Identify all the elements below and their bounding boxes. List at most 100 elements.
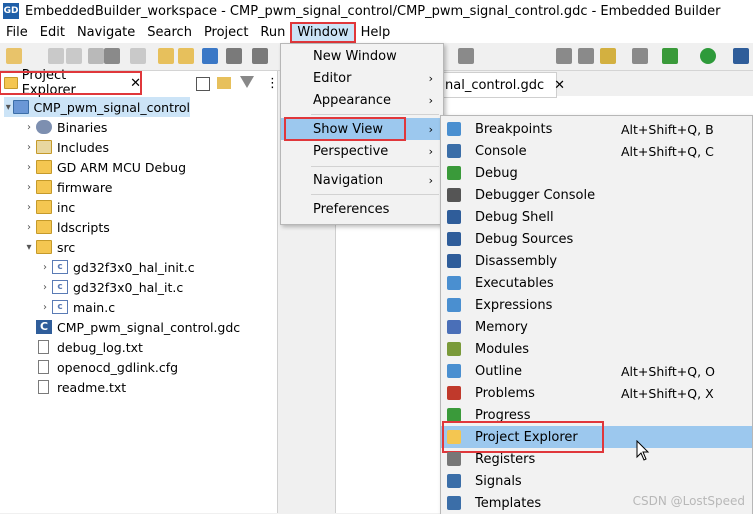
- project-explorer-tab-label: Project Explorer: [21, 68, 76, 98]
- filter-icon[interactable]: [240, 76, 254, 88]
- show-view-item-disassembly[interactable]: Disassembly: [441, 250, 752, 272]
- show-view-item-problems[interactable]: Problems Alt+Shift+Q, X: [441, 382, 752, 404]
- run-icon[interactable]: [700, 48, 716, 64]
- menu-search[interactable]: Search: [141, 23, 198, 42]
- show-view-item-debugger-console[interactable]: Debugger Console: [441, 184, 752, 206]
- close-icon[interactable]: ✕: [554, 78, 565, 93]
- menu-item-editor[interactable]: Editor ›: [281, 67, 443, 89]
- menu-item-navigation[interactable]: Navigation ›: [281, 169, 443, 191]
- show-view-item-console[interactable]: Console Alt+Shift+Q, C: [441, 140, 752, 162]
- new-icon[interactable]: [6, 48, 22, 64]
- tree-label: CMP_pwm_signal_control.gdc: [57, 319, 241, 335]
- editor-tab[interactable]: nal_control.gdc ✕: [440, 72, 565, 98]
- tree-label: readme.txt: [57, 379, 127, 395]
- show-view-item-memory[interactable]: Memory: [441, 316, 752, 338]
- expand-arrow-icon[interactable]: ›: [22, 182, 36, 193]
- expand-arrow-icon[interactable]: ›: [38, 302, 52, 313]
- show-view-item-registers[interactable]: Registers: [441, 448, 752, 470]
- menu-item-label: Expressions: [475, 297, 553, 313]
- step-return-icon[interactable]: [600, 48, 616, 64]
- menu-project[interactable]: Project: [198, 23, 254, 42]
- menu-item-appearance[interactable]: Appearance ›: [281, 89, 443, 111]
- expand-arrow-icon[interactable]: ›: [38, 262, 52, 273]
- expand-arrow-icon[interactable]: ›: [22, 122, 36, 133]
- show-view-item-outline[interactable]: Outline Alt+Shift+Q, O: [441, 360, 752, 382]
- menu-item-label: Console: [475, 143, 527, 159]
- folder-icon: [36, 240, 52, 254]
- refresh-icon[interactable]: [632, 48, 648, 64]
- tools-icon[interactable]: [252, 48, 268, 64]
- tree-item-ldscripts[interactable]: › ldscripts: [22, 217, 110, 237]
- menu-item-label: Debugger Console: [475, 187, 596, 203]
- save-icon[interactable]: [48, 48, 64, 64]
- step-over-icon[interactable]: [578, 48, 594, 64]
- show-view-item-debug[interactable]: Debug: [441, 162, 752, 184]
- expand-arrow-icon[interactable]: ▾: [4, 102, 13, 113]
- folder-icon: [36, 200, 52, 214]
- expand-arrow-icon[interactable]: ›: [22, 202, 36, 213]
- project-explorer-tab[interactable]: Project Explorer ✕: [0, 68, 142, 98]
- menu-item-show-view[interactable]: Show View ›: [281, 117, 443, 141]
- tree-label: openocd_gdlink.cfg: [57, 359, 179, 375]
- menu-navigate[interactable]: Navigate: [71, 23, 141, 42]
- show-view-item-executables[interactable]: Executables: [441, 272, 752, 294]
- menu-edit[interactable]: Edit: [34, 23, 71, 42]
- show-view-item-debug-sources[interactable]: Debug Sources: [441, 228, 752, 250]
- menu-item-new-window[interactable]: New Window: [281, 45, 443, 67]
- close-icon[interactable]: ✕: [130, 76, 141, 91]
- show-view-item-breakpoints[interactable]: Breakpoints Alt+Shift+Q, B: [441, 118, 752, 140]
- tree-item-project[interactable]: ▾ CMP_pwm_signal_control: [4, 97, 190, 117]
- expand-arrow-icon[interactable]: ▾: [22, 242, 36, 253]
- expand-arrow-icon[interactable]: ›: [22, 162, 36, 173]
- show-view-item-signals[interactable]: Signals: [441, 470, 752, 492]
- link-editor-icon[interactable]: [217, 77, 231, 89]
- config-icon[interactable]: [202, 48, 218, 64]
- c-file-icon: c: [52, 280, 68, 294]
- menu-item-perspective[interactable]: Perspective ›: [281, 140, 443, 162]
- tree-item-gd-arm-mcu-debug[interactable]: › GD ARM MCU Debug: [22, 157, 186, 177]
- tree-item-hal-init[interactable]: › c gd32f3x0_hal_init.c: [38, 257, 195, 277]
- settings-icon[interactable]: [226, 48, 242, 64]
- tree-item-hal-it[interactable]: › c gd32f3x0_hal_it.c: [38, 277, 183, 297]
- tree-label: debug_log.txt: [57, 339, 143, 355]
- expressions-icon: [447, 298, 461, 312]
- menu-item-label: Progress: [475, 407, 531, 423]
- menu-help[interactable]: Help: [355, 23, 397, 42]
- menu-item-label: Preferences: [313, 201, 390, 217]
- menu-run[interactable]: Run: [254, 23, 291, 42]
- tree-item-src[interactable]: ▾ src: [22, 237, 75, 257]
- back-icon[interactable]: [158, 48, 174, 64]
- expand-arrow-icon[interactable]: ›: [22, 222, 36, 233]
- tree-item-main-c[interactable]: › c main.c: [38, 297, 115, 317]
- step-into-icon[interactable]: [556, 48, 572, 64]
- tree-item-debug-log[interactable]: debug_log.txt: [22, 337, 143, 357]
- tree-item-openocd-cfg[interactable]: openocd_gdlink.cfg: [22, 357, 178, 377]
- submenu-arrow-icon: ›: [428, 144, 433, 158]
- menu-separator: [311, 114, 439, 115]
- collapse-all-icon[interactable]: [196, 77, 210, 91]
- debug-icon[interactable]: [662, 48, 678, 64]
- properties-icon[interactable]: [88, 48, 104, 64]
- save-all-icon[interactable]: [66, 48, 82, 64]
- forward-icon[interactable]: [178, 48, 194, 64]
- menu-window[interactable]: Window: [290, 22, 356, 43]
- tree-item-includes[interactable]: › Includes: [22, 137, 109, 157]
- show-view-item-debug-shell[interactable]: Debug Shell: [441, 206, 752, 228]
- external-tools-icon[interactable]: [733, 48, 749, 64]
- tree-item-firmware[interactable]: › firmware: [22, 177, 112, 197]
- show-view-item-expressions[interactable]: Expressions: [441, 294, 752, 316]
- tree-item-gdc-file[interactable]: C CMP_pwm_signal_control.gdc: [22, 317, 240, 337]
- tree-item-readme[interactable]: readme.txt: [22, 377, 126, 397]
- edit-icon[interactable]: [130, 48, 146, 64]
- flow-icon[interactable]: [458, 48, 474, 64]
- tree-item-binaries[interactable]: › Binaries: [22, 117, 107, 137]
- expand-arrow-icon[interactable]: ›: [22, 142, 36, 153]
- show-view-item-modules[interactable]: Modules: [441, 338, 752, 360]
- menu-item-preferences[interactable]: Preferences: [281, 198, 443, 220]
- menu-file[interactable]: File: [0, 23, 34, 42]
- menu-item-shortcut: Alt+Shift+Q, O: [621, 363, 715, 379]
- tree-item-inc[interactable]: › inc: [22, 197, 75, 217]
- expand-arrow-icon[interactable]: ›: [38, 282, 52, 293]
- show-view-item-project-explorer[interactable]: Project Explorer: [441, 421, 752, 453]
- binary-icon[interactable]: [104, 48, 120, 64]
